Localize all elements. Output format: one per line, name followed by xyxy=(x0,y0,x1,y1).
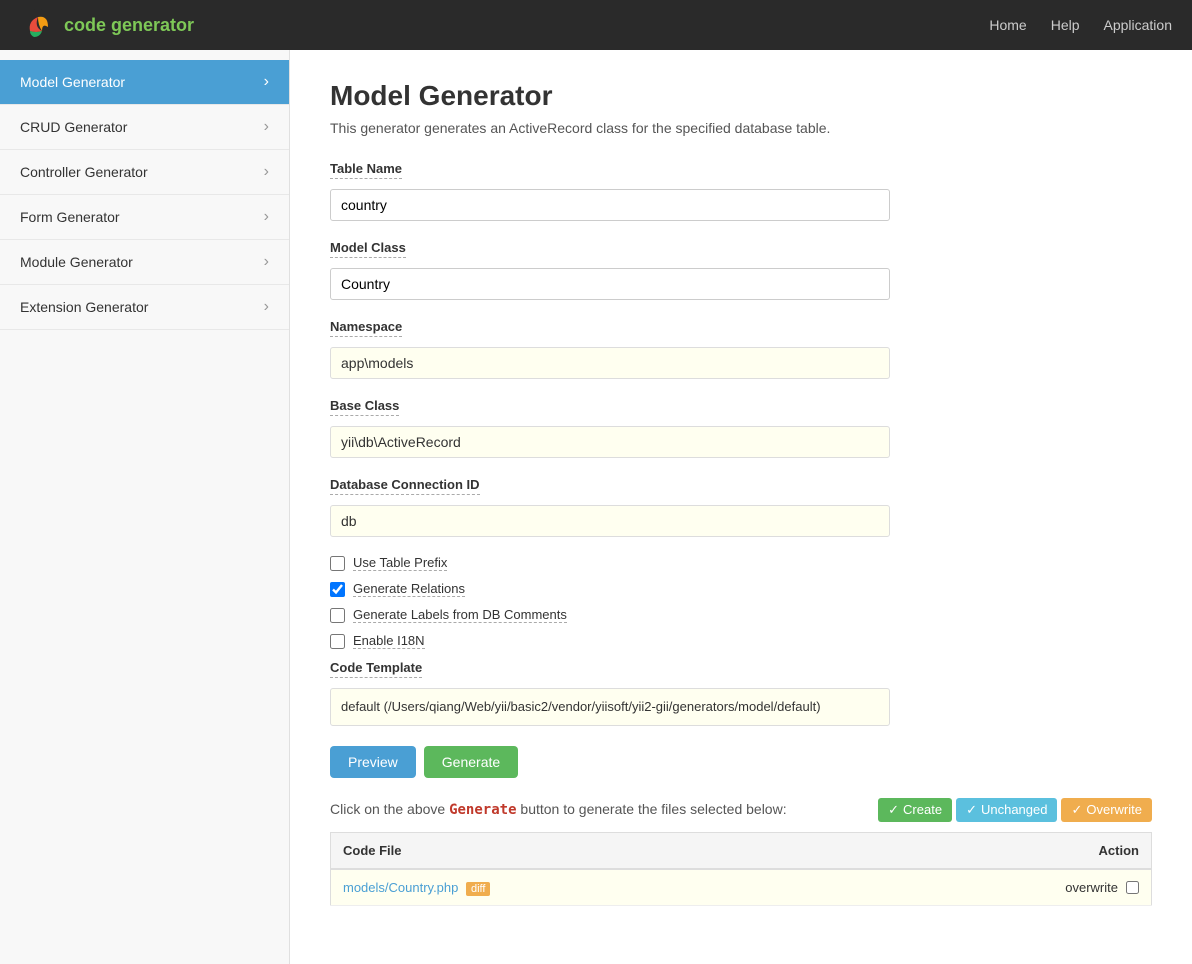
chevron-right-icon: › xyxy=(264,73,269,91)
header-nav: Home Help Application xyxy=(989,17,1172,33)
generate-info-before: Click on the above xyxy=(330,801,445,817)
sidebar-item-label: Form Generator xyxy=(20,209,120,225)
sidebar-item-controller-generator[interactable]: Controller Generator › xyxy=(0,150,289,195)
enable-i18n-label[interactable]: Enable I18N xyxy=(353,633,425,649)
table-name-group: Table Name xyxy=(330,160,1152,221)
badge-create: ✓ Create xyxy=(878,798,952,822)
code-template-value: default (/Users/qiang/Web/yii/basic2/ven… xyxy=(330,688,890,726)
sidebar-item-label: Extension Generator xyxy=(20,299,148,315)
badge-overwrite: ✓ Overwrite xyxy=(1061,798,1152,822)
diff-badge[interactable]: diff xyxy=(466,882,490,896)
table-name-label: Table Name xyxy=(330,161,402,179)
overwrite-text: overwrite xyxy=(1065,880,1118,895)
enable-i18n-group: Enable I18N xyxy=(330,633,1152,649)
action-cell: overwrite xyxy=(1032,869,1152,906)
main-content: Model Generator This generator generates… xyxy=(290,50,1192,964)
sidebar-item-label: Module Generator xyxy=(20,254,133,270)
sidebar-item-label: CRUD Generator xyxy=(20,119,127,135)
db-connection-value: db xyxy=(330,505,890,537)
generate-relations-label[interactable]: Generate Relations xyxy=(353,581,465,597)
badge-unchanged: ✓ Unchanged xyxy=(956,798,1057,822)
chevron-right-icon: › xyxy=(264,163,269,181)
use-table-prefix-checkbox[interactable] xyxy=(330,556,345,571)
row-action-checkbox[interactable] xyxy=(1126,881,1139,894)
check-icon: ✓ xyxy=(966,802,977,818)
files-table: Code File Action models/Country.php diff… xyxy=(330,832,1152,906)
sidebar-item-form-generator[interactable]: Form Generator › xyxy=(0,195,289,240)
col-header-action: Action xyxy=(1032,832,1152,869)
check-icon: ✓ xyxy=(888,802,899,818)
sidebar-item-label: Controller Generator xyxy=(20,164,148,180)
file-cell: models/Country.php diff xyxy=(331,869,1032,906)
generate-relations-group: Generate Relations xyxy=(330,581,1152,597)
use-table-prefix-group: Use Table Prefix xyxy=(330,555,1152,571)
table-name-input[interactable] xyxy=(330,189,890,221)
header: code generator Home Help Application xyxy=(0,0,1192,50)
sidebar: Model Generator › CRUD Generator › Contr… xyxy=(0,50,290,964)
namespace-value: app\models xyxy=(330,347,890,379)
header-title: code generator xyxy=(64,15,194,36)
model-class-label: Model Class xyxy=(330,240,406,258)
namespace-label: Namespace xyxy=(330,319,402,337)
legend-badges: ✓ Create ✓ Unchanged ✓ Overwrite xyxy=(878,798,1152,822)
model-class-input[interactable] xyxy=(330,268,890,300)
preview-button[interactable]: Preview xyxy=(330,746,416,778)
sidebar-item-label: Model Generator xyxy=(20,74,125,90)
namespace-group: Namespace app\models xyxy=(330,318,1152,379)
logo: code generator xyxy=(20,7,194,43)
home-link[interactable]: Home xyxy=(989,17,1026,33)
page-description: This generator generates an ActiveRecord… xyxy=(330,120,1152,136)
sidebar-item-model-generator[interactable]: Model Generator › xyxy=(0,60,289,105)
layout: Model Generator › CRUD Generator › Contr… xyxy=(0,50,1192,964)
base-class-group: Base Class yii\db\ActiveRecord xyxy=(330,397,1152,458)
sidebar-item-crud-generator[interactable]: CRUD Generator › xyxy=(0,105,289,150)
code-template-label: Code Template xyxy=(330,660,422,678)
page-title: Model Generator xyxy=(330,80,1152,112)
chevron-right-icon: › xyxy=(264,208,269,226)
application-link[interactable]: Application xyxy=(1104,17,1173,33)
generate-code-word: Generate xyxy=(449,802,516,818)
generate-relations-checkbox[interactable] xyxy=(330,582,345,597)
generate-labels-label[interactable]: Generate Labels from DB Comments xyxy=(353,607,567,623)
generate-labels-group: Generate Labels from DB Comments xyxy=(330,607,1152,623)
sidebar-item-module-generator[interactable]: Module Generator › xyxy=(0,240,289,285)
button-row: Preview Generate xyxy=(330,746,1152,778)
yii-logo-icon xyxy=(20,7,56,43)
sidebar-item-extension-generator[interactable]: Extension Generator › xyxy=(0,285,289,330)
use-table-prefix-label[interactable]: Use Table Prefix xyxy=(353,555,447,571)
model-class-group: Model Class xyxy=(330,239,1152,300)
chevron-right-icon: › xyxy=(264,298,269,316)
enable-i18n-checkbox[interactable] xyxy=(330,634,345,649)
col-header-code-file: Code File xyxy=(331,832,1032,869)
file-link[interactable]: models/Country.php xyxy=(343,880,458,895)
generate-button[interactable]: Generate xyxy=(424,746,518,778)
code-template-group: Code Template default (/Users/qiang/Web/… xyxy=(330,659,1152,726)
generate-info: Click on the above Generate button to ge… xyxy=(330,798,1152,822)
db-connection-label: Database Connection ID xyxy=(330,477,480,495)
table-row: models/Country.php diff overwrite xyxy=(331,869,1152,906)
chevron-right-icon: › xyxy=(264,253,269,271)
check-icon: ✓ xyxy=(1071,802,1082,818)
base-class-label: Base Class xyxy=(330,398,399,416)
base-class-value: yii\db\ActiveRecord xyxy=(330,426,890,458)
chevron-right-icon: › xyxy=(264,118,269,136)
help-link[interactable]: Help xyxy=(1051,17,1080,33)
generate-info-after: button to generate the files selected be… xyxy=(520,801,786,817)
generate-labels-checkbox[interactable] xyxy=(330,608,345,623)
db-connection-group: Database Connection ID db xyxy=(330,476,1152,537)
generate-info-text: Click on the above Generate button to ge… xyxy=(330,801,870,818)
